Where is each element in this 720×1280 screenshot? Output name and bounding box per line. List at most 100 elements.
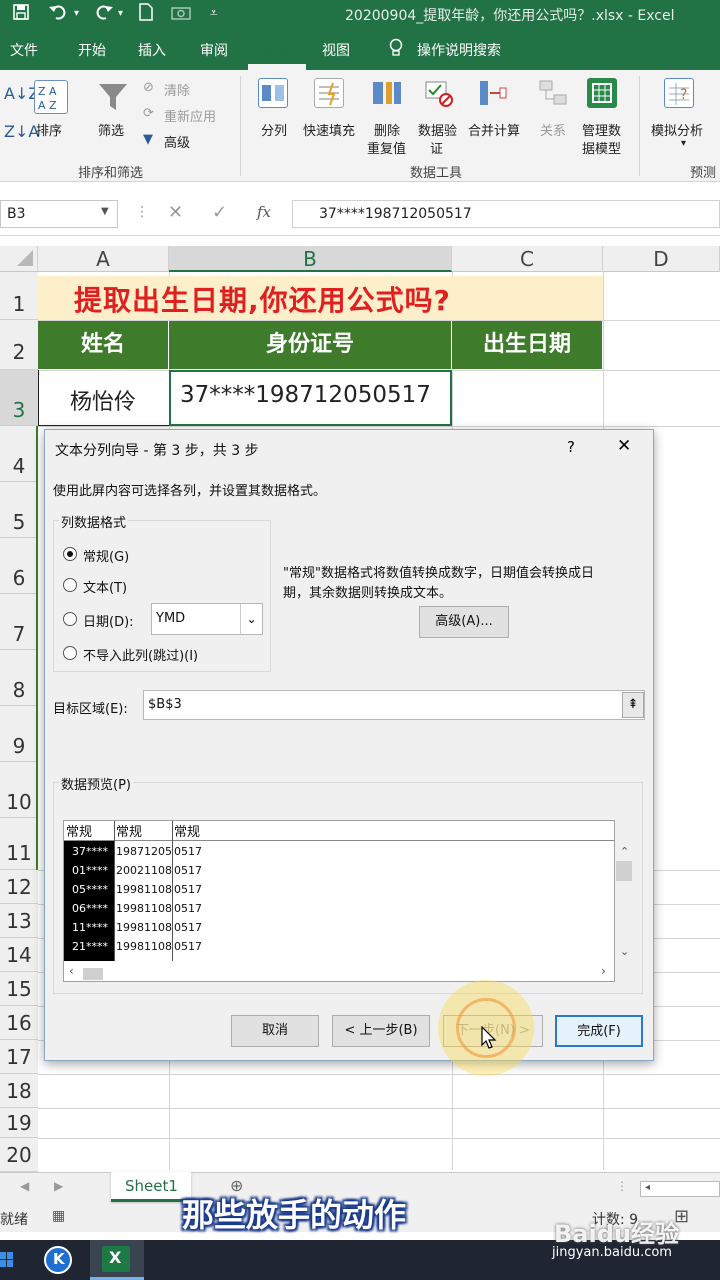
- what-if-icon[interactable]: ?: [664, 78, 694, 108]
- preview-hscroll[interactable]: ‹ ›: [63, 964, 615, 982]
- hscroll-thumb[interactable]: [83, 968, 103, 980]
- scroll-left-icon[interactable]: ◂: [645, 1182, 650, 1193]
- customize-icon[interactable]: ⩡: [210, 6, 217, 21]
- row-header-19[interactable]: 19: [0, 1108, 38, 1138]
- tab-home[interactable]: 开始: [78, 40, 106, 60]
- column-header-b[interactable]: B: [169, 246, 452, 272]
- radio-general[interactable]: [63, 547, 77, 561]
- tab-review[interactable]: 审阅: [200, 40, 228, 60]
- remove-duplicates-icon[interactable]: [372, 78, 402, 108]
- advanced-filter-icon[interactable]: ▼: [143, 132, 153, 147]
- cancel-button[interactable]: 取消: [231, 1015, 319, 1047]
- row-header-2[interactable]: 2: [0, 320, 38, 370]
- taskbar-excel-button[interactable]: X: [90, 1240, 144, 1280]
- new-file-icon[interactable]: [138, 3, 154, 26]
- filter-button[interactable]: 筛选: [98, 120, 124, 139]
- remove-dup-label-1[interactable]: 删除: [374, 120, 400, 139]
- cell-a3[interactable]: 杨怡伶: [70, 384, 136, 416]
- data-validation-label-2[interactable]: 证: [430, 138, 443, 157]
- data-validation-icon[interactable]: [424, 78, 454, 108]
- data-model-label-2[interactable]: 据模型: [582, 138, 621, 157]
- cancel-entry-icon[interactable]: ✕: [168, 202, 183, 223]
- sort-dialog-icon[interactable]: Z AA Z: [34, 80, 68, 114]
- radio-skip[interactable]: [63, 646, 77, 660]
- text-to-columns-button[interactable]: 分列: [261, 120, 287, 139]
- scroll-right-icon[interactable]: ›: [601, 964, 606, 978]
- radio-text-label[interactable]: 文本(T): [83, 577, 127, 596]
- scroll-left-icon[interactable]: ‹: [69, 964, 74, 978]
- tab-view[interactable]: 视图: [322, 40, 350, 60]
- consolidate-icon[interactable]: [478, 78, 508, 108]
- finish-button[interactable]: 完成(F): [555, 1015, 643, 1047]
- help-button[interactable]: ?: [567, 438, 575, 456]
- row-header-7[interactable]: 7: [0, 594, 38, 650]
- row-header-3[interactable]: 3: [0, 370, 38, 426]
- row-header-8[interactable]: 8: [0, 650, 38, 706]
- tell-me-search[interactable]: 操作说明搜索: [417, 40, 501, 60]
- preview-col-3-header[interactable]: 常规: [174, 821, 200, 840]
- radio-date[interactable]: [63, 612, 77, 626]
- remove-dup-label-2[interactable]: 重复值: [367, 138, 406, 157]
- row-header-16[interactable]: 16: [0, 1006, 38, 1040]
- destination-input[interactable]: $B$3 ⇞: [143, 690, 645, 720]
- row-header-12[interactable]: 12: [0, 870, 38, 904]
- row-header-14[interactable]: 14: [0, 938, 38, 972]
- scroll-up-icon[interactable]: ⌃: [620, 845, 629, 858]
- undo-dropdown-icon[interactable]: ▾: [74, 8, 79, 19]
- what-if-dropdown-icon[interactable]: ▾: [681, 138, 686, 149]
- back-button[interactable]: < 上一步(B): [332, 1015, 430, 1047]
- relationships-icon[interactable]: [538, 78, 568, 108]
- column-header-c[interactable]: C: [452, 246, 603, 272]
- next-sheet-icon[interactable]: ▶: [54, 1179, 63, 1193]
- row-header-5[interactable]: 5: [0, 482, 38, 538]
- row-header-15[interactable]: 15: [0, 972, 38, 1006]
- clear-button[interactable]: 清除: [164, 80, 190, 99]
- preview-col-1-header[interactable]: 常规: [66, 821, 92, 840]
- sheet-tab-sheet1[interactable]: Sheet1: [111, 1172, 191, 1202]
- row-header-1[interactable]: 1: [0, 272, 38, 320]
- row-header-20[interactable]: 20: [0, 1138, 38, 1172]
- select-all-corner[interactable]: [0, 246, 38, 272]
- row-header-18[interactable]: 18: [0, 1074, 38, 1108]
- reapply-icon[interactable]: ⟳: [143, 106, 154, 121]
- vscroll-thumb[interactable]: [616, 861, 632, 881]
- advanced-button[interactable]: 高级(A)...: [419, 606, 509, 638]
- data-preview[interactable]: 常规 常规 常规 37**** 19871205 0517 01**** 200…: [63, 820, 632, 982]
- column-header-d[interactable]: D: [603, 246, 720, 272]
- filter-icon[interactable]: [96, 80, 130, 118]
- start-icon[interactable]: [0, 1248, 20, 1272]
- row-header-13[interactable]: 13: [0, 904, 38, 938]
- advanced-button[interactable]: 高级: [164, 132, 190, 151]
- redo-icon[interactable]: [92, 3, 114, 26]
- horizontal-scrollbar[interactable]: ◂: [640, 1181, 720, 1197]
- header-birthdate[interactable]: 出生日期: [452, 321, 603, 369]
- confirm-entry-icon[interactable]: ✓: [212, 202, 227, 223]
- data-model-icon[interactable]: [587, 78, 617, 108]
- data-validation-label-1[interactable]: 数据验: [418, 120, 457, 139]
- tab-insert[interactable]: 插入: [138, 40, 166, 60]
- redo-dropdown-icon[interactable]: ▾: [118, 8, 123, 19]
- prev-sheet-icon[interactable]: ◀: [20, 1179, 29, 1193]
- column-header-a[interactable]: A: [38, 246, 169, 272]
- clear-icon[interactable]: ⊘: [143, 80, 154, 95]
- undo-icon[interactable]: [48, 3, 70, 26]
- preview-col-2-header[interactable]: 常规: [116, 821, 142, 840]
- date-format-select[interactable]: YMD ⌄: [151, 603, 263, 635]
- close-icon[interactable]: ✕: [617, 436, 631, 456]
- flash-fill-icon[interactable]: [314, 78, 344, 108]
- collapse-dialog-icon[interactable]: ⇞: [622, 692, 644, 718]
- relationships-button[interactable]: 关系: [540, 120, 566, 139]
- cell-b3[interactable]: 37****198712050517: [180, 382, 431, 408]
- name-box[interactable]: B3 ▼: [0, 200, 118, 228]
- row-header-4[interactable]: 4: [0, 426, 38, 482]
- macro-record-icon[interactable]: ▦: [52, 1208, 65, 1224]
- data-model-label-1[interactable]: 管理数: [582, 120, 621, 139]
- formula-input[interactable]: 37****198712050517: [292, 200, 720, 228]
- row-header-11[interactable]: 11: [0, 818, 38, 870]
- row-header-10[interactable]: 10: [0, 762, 38, 818]
- sort-button[interactable]: 排序: [36, 120, 62, 139]
- name-box-dropdown-icon[interactable]: ▼: [101, 206, 109, 217]
- header-id[interactable]: 身份证号: [169, 321, 452, 369]
- consolidate-button[interactable]: 合并计算: [468, 120, 520, 139]
- insert-function-icon[interactable]: fx: [257, 203, 271, 221]
